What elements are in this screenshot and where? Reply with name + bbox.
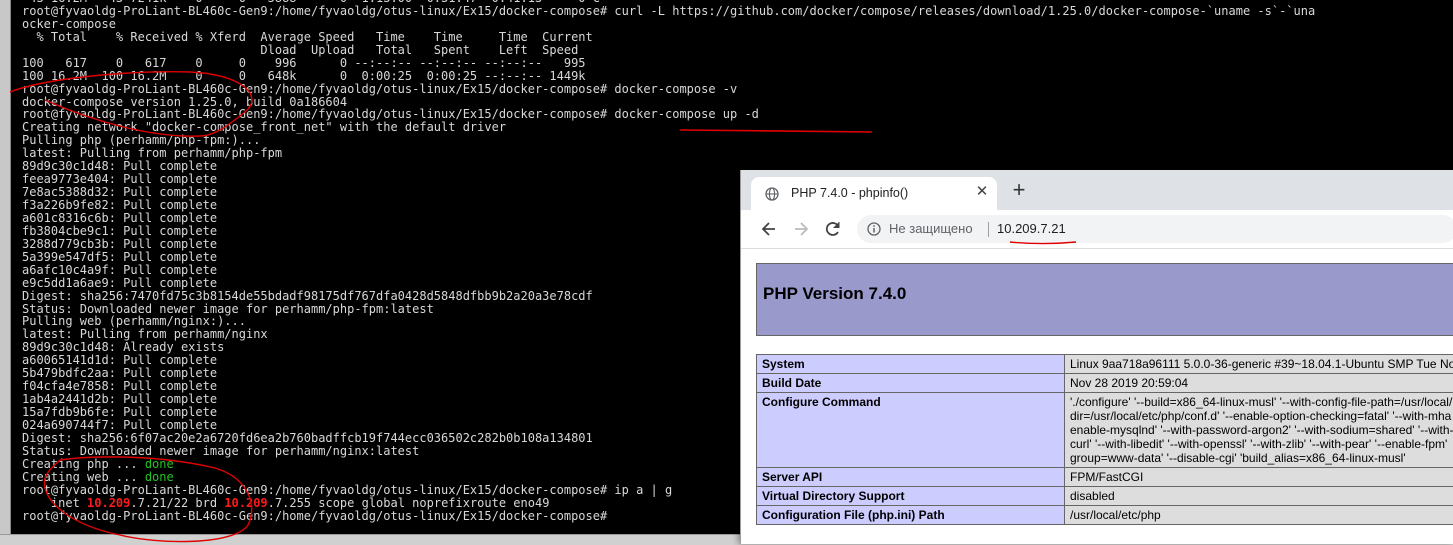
table-row: Configuration File (php.ini) Path/usr/lo… — [757, 506, 1453, 525]
row-value: Linux 9aa718a96111 5.0.0-36-generic #39~… — [1065, 355, 1453, 374]
terminal-text: 7e8ac5388d32: Pull complete — [22, 185, 217, 199]
status-done-text: done — [145, 470, 174, 484]
address-bar[interactable]: Не защищено 10.209.7.21 — [857, 215, 1453, 243]
terminal-line: root@fyvaoldg-ProLiant-BL460c-Gen9:/home… — [22, 5, 1315, 18]
browser-toolbar: Не защищено 10.209.7.21 — [741, 210, 1453, 249]
window-frame-left — [0, 0, 11, 544]
terminal-text: Dload Upload Total Spent Left Speed — [22, 43, 578, 57]
terminal-text: root@fyvaoldg-ProLiant-BL460c-Gen9:/home… — [22, 107, 759, 121]
php-version-header: PHP Version 7.4.0 — [756, 263, 1453, 336]
terminal-text: 100 16.2M 100 16.2M 0 0 648k 0 0:00:25 0… — [22, 69, 586, 83]
terminal-text: 100 617 0 617 0 0 996 0 --:--:-- --:--:-… — [22, 56, 586, 70]
back-arrow-icon[interactable] — [759, 219, 779, 239]
highlighted-ip-text: 10.209 — [224, 496, 267, 510]
security-status-label: Не защищено — [889, 221, 973, 236]
tab-bar: PHP 7.4.0 - phpinfo() ✕ + — [741, 170, 1453, 210]
terminal-text: Pulling php (perhamm/php-fpm:)... — [22, 133, 260, 147]
terminal-text: e9c5dd1a6ae9: Pull complete — [22, 276, 217, 290]
terminal-text: Pulling web (perhamm/nginx:)... — [22, 314, 246, 328]
table-row: Server APIFPM/FastCGI — [757, 468, 1453, 487]
table-row: Virtual Directory Supportdisabled — [757, 487, 1453, 506]
row-key: Virtual Directory Support — [757, 487, 1065, 506]
terminal-text: 3288d779cb3b: Pull complete — [22, 237, 217, 251]
row-key: Configuration File (php.ini) Path — [757, 506, 1065, 525]
phpinfo-table: SystemLinux 9aa718a96111 5.0.0-36-generi… — [756, 354, 1453, 525]
terminal-text: a601c8316c6b: Pull complete — [22, 211, 217, 225]
terminal-text: latest: Pulling from perhamm/nginx — [22, 327, 268, 341]
terminal-text: Status: Downloaded newer image for perha… — [22, 444, 419, 458]
terminal-text: Digest: sha256:6f07ac20e2a6720fd6ea2b760… — [22, 431, 593, 445]
table-row: Configure Command'./configure' '--build=… — [757, 393, 1453, 468]
terminal-text: root@fyvaoldg-ProLiant-BL460c-Gen9:/home… — [22, 4, 1315, 18]
terminal-text: 89d9c30c1d48: Pull complete — [22, 159, 217, 173]
row-value: disabled — [1065, 487, 1453, 506]
row-value: /usr/local/etc/php — [1065, 506, 1453, 525]
terminal-text: % Total % Received % Xferd Average Speed… — [22, 30, 593, 44]
row-key: Configure Command — [757, 393, 1065, 468]
row-key: Build Date — [757, 374, 1065, 393]
row-key: Server API — [757, 468, 1065, 487]
row-value: Nov 28 2019 20:59:04 — [1065, 374, 1453, 393]
globe-icon — [765, 187, 779, 201]
terminal-text: root@fyvaoldg-ProLiant-BL460c-Gen9:/home… — [22, 509, 614, 523]
browser-window[interactable]: PHP 7.4.0 - phpinfo() ✕ + Не защищено 10… — [740, 170, 1453, 544]
highlighted-ip-text: 10.209 — [87, 496, 130, 510]
row-value: './configure' '--build=x86_64-linux-musl… — [1065, 393, 1453, 468]
terminal-text: a60065141d1d: Pull complete — [22, 353, 217, 367]
terminal-text: inet — [22, 496, 87, 510]
terminal-text: feea9773e404: Pull complete — [22, 172, 217, 186]
tab-phpinfo[interactable]: PHP 7.4.0 - phpinfo() ✕ — [751, 177, 997, 210]
terminal-text: Digest: sha256:7470fd75c3b8154de55bdadf9… — [22, 289, 593, 303]
php-version-title: PHP Version 7.4.0 — [763, 284, 906, 304]
terminal-text: .7.255 scope global noprefixroute eno49 — [268, 496, 550, 510]
terminal-text: Creating php ... — [22, 457, 145, 471]
terminal-text: 89d9c30c1d48: Already exists — [22, 340, 224, 354]
row-value: FPM/FastCGI — [1065, 468, 1453, 487]
info-icon[interactable] — [867, 222, 881, 236]
terminal-text: latest: Pulling from perhamm/php-fpm — [22, 146, 282, 160]
terminal-text: docker-compose version 1.25.0, build 0a1… — [22, 95, 347, 109]
terminal-text: fb3804cbe9c1: Pull complete — [22, 224, 217, 238]
terminal-text: 5b479bdfc2aa: Pull complete — [22, 366, 217, 380]
terminal-text: root@fyvaoldg-ProLiant-BL460c-Gen9:/home… — [22, 82, 737, 96]
terminal-text: a6afc10c4a9f: Pull complete — [22, 263, 217, 277]
url-text[interactable]: 10.209.7.21 — [997, 221, 1066, 236]
reload-icon[interactable] — [823, 219, 843, 239]
terminal-text: 5a399e547df5: Pull complete — [22, 250, 217, 264]
close-tab-icon[interactable]: ✕ — [973, 183, 991, 201]
tab-title: PHP 7.4.0 - phpinfo() — [791, 186, 908, 200]
terminal-text: 1ab4a2441d2b: Pull complete — [22, 392, 217, 406]
table-row: SystemLinux 9aa718a96111 5.0.0-36-generi… — [757, 355, 1453, 374]
terminal-text: Creating network "docker-compose_front_n… — [22, 120, 506, 134]
terminal-text: 024a690744f7: Pull complete — [22, 418, 217, 432]
row-key: System — [757, 355, 1065, 374]
terminal-text: f3a226b9fe82: Pull complete — [22, 198, 217, 212]
terminal-text: 15a7fdb9b6fe: Pull complete — [22, 405, 217, 419]
status-done-text: done — [145, 457, 174, 471]
terminal-text: ocker-compose — [22, 17, 116, 31]
omnibox-divider — [988, 222, 989, 237]
forward-arrow-icon[interactable] — [791, 219, 811, 239]
table-row: Build DateNov 28 2019 20:59:04 — [757, 374, 1453, 393]
terminal-text: root@fyvaoldg-ProLiant-BL460c-Gen9:/home… — [22, 483, 672, 497]
new-tab-button[interactable]: + — [1007, 178, 1031, 202]
terminal-text: .7.21/22 brd — [130, 496, 224, 510]
terminal-text: Creating web ... — [22, 470, 145, 484]
terminal-text: f04cfa4e7858: Pull complete — [22, 379, 217, 393]
terminal-text: Status: Downloaded newer image for perha… — [22, 302, 434, 316]
phpinfo-page: PHP Version 7.4.0 SystemLinux 9aa718a961… — [741, 249, 1453, 544]
